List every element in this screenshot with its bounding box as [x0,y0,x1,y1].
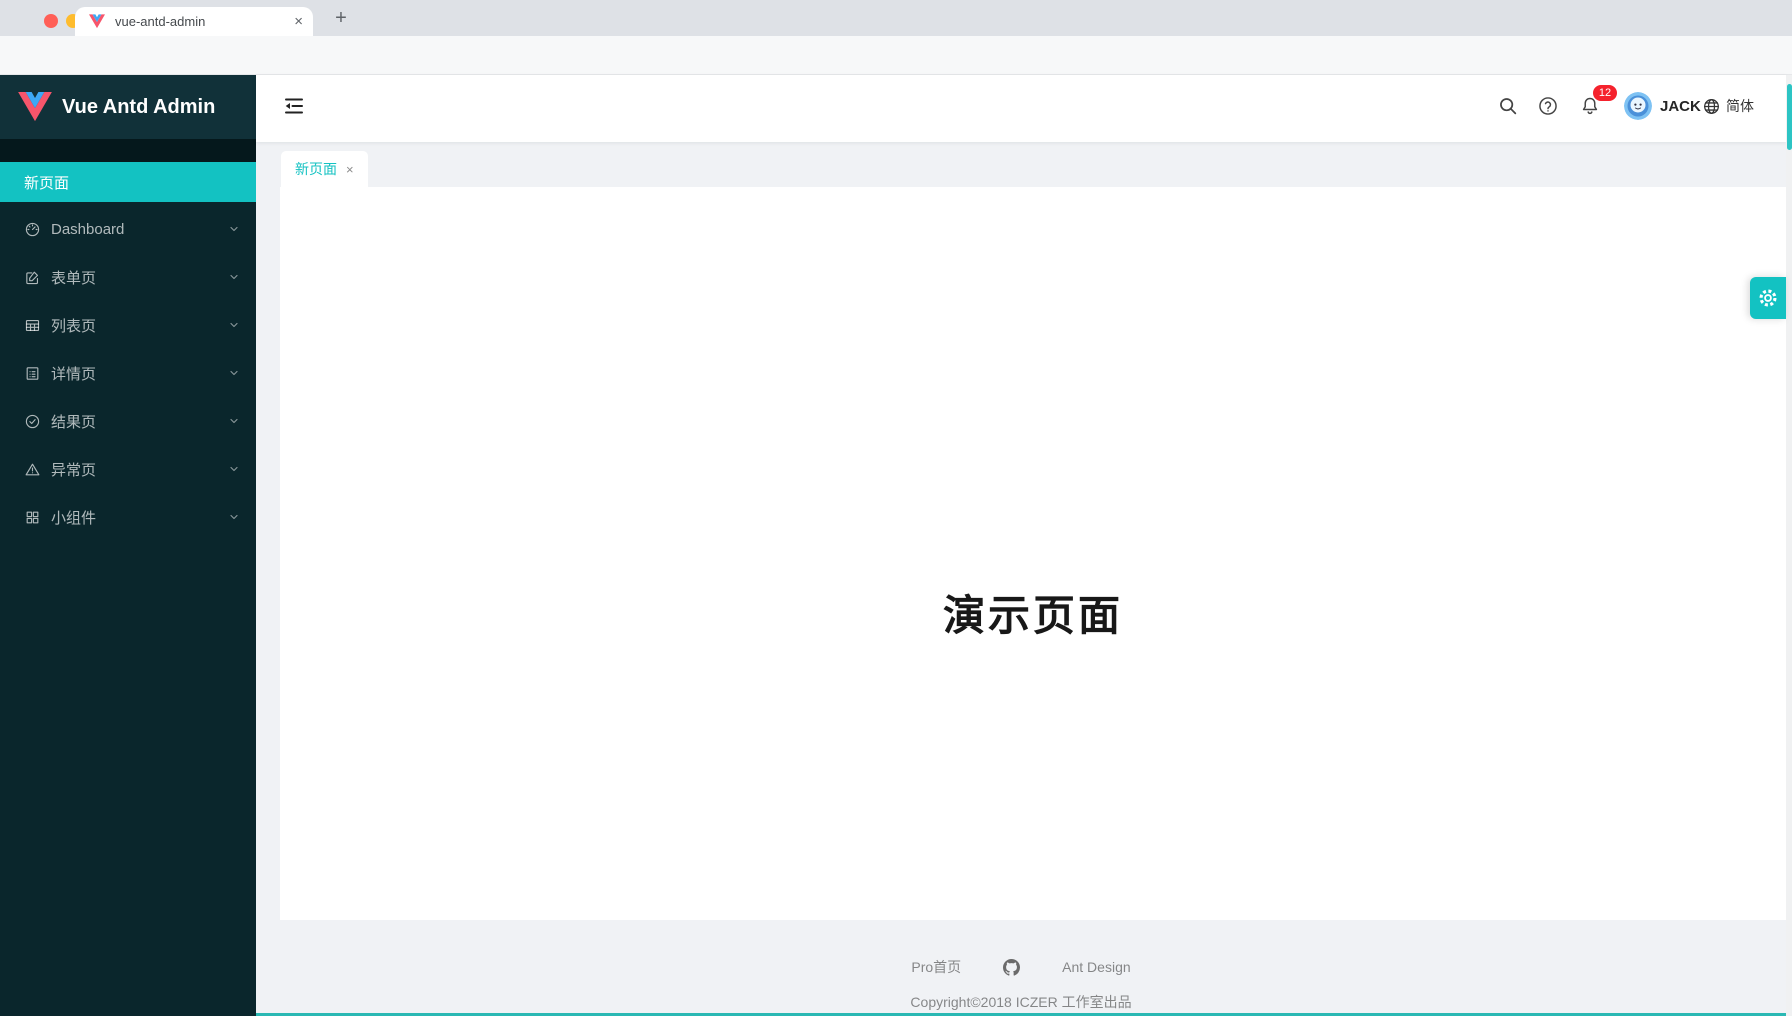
search-icon[interactable] [1497,95,1519,117]
browser-tabstrip: vue-antd-admin × + [0,0,1792,36]
app-title: Vue Antd Admin [62,96,215,119]
sidebar: Vue Antd Admin 新页面 Dashboard 表单页 [0,75,256,1016]
notification-badge[interactable]: 12 [1592,84,1618,102]
app-logo[interactable]: Vue Antd Admin [0,75,256,139]
new-tab-button[interactable]: + [328,5,354,31]
browser-tab-title: vue-antd-admin [115,14,294,29]
browser-tab[interactable]: vue-antd-admin × [75,7,313,36]
menu-fold-icon[interactable] [282,94,306,118]
gear-icon [1757,287,1779,309]
sidebar-item-new-page[interactable]: 新页面 [0,162,256,202]
page-tabbar: 新页面 × [256,142,1786,187]
user-name[interactable]: JACK [1660,98,1701,115]
footer-link-antd[interactable]: Ant Design [1062,959,1130,975]
scrollbar-track[interactable] [1786,75,1792,1016]
chevron-down-icon [228,319,240,331]
language-label: 简体 [1726,96,1754,116]
table-icon [24,317,41,334]
sidebar-item-widgets[interactable]: 小组件 [0,497,256,537]
github-icon[interactable] [1003,959,1020,976]
footer-copyright: Copyright©2018 ICZER 工作室出品 [256,992,1786,1012]
chevron-down-icon [228,367,240,379]
language-switcher[interactable]: 简体 [1702,96,1754,116]
chevron-down-icon [228,511,240,523]
warning-icon [24,461,41,478]
sidebar-item-detail[interactable]: 详情页 [0,353,256,393]
page-card: 演示页面 [280,187,1786,920]
sidebar-item-label: 新页面 [24,172,69,193]
chevron-down-icon [228,271,240,283]
sidebar-item-exception[interactable]: 异常页 [0,449,256,489]
tab-close-icon[interactable]: × [294,13,303,30]
page-title: 演示页面 [280,582,1786,643]
theme-settings-button[interactable] [1750,277,1786,319]
form-icon [24,269,41,286]
page-tab-active[interactable]: 新页面 × [281,151,368,187]
help-icon[interactable] [1537,95,1559,117]
footer-links: Pro首页 Ant Design [256,957,1786,977]
chevron-down-icon [228,463,240,475]
check-circle-icon [24,413,41,430]
vue-favicon [89,14,105,29]
footer-link-home[interactable]: Pro首页 [911,957,961,977]
dashboard-icon [24,221,41,238]
user-avatar[interactable] [1624,92,1652,120]
profile-icon [24,365,41,382]
browser-toolbar: localhost:8080/#/newPage [0,36,1792,75]
sidebar-item-dashboard[interactable]: Dashboard [0,209,256,249]
chevron-down-icon [228,223,240,235]
sidebar-item-form[interactable]: 表单页 [0,257,256,297]
sidebar-item-list[interactable]: 列表页 [0,305,256,345]
sidebar-divider [0,139,256,162]
close-window-button[interactable] [44,14,58,28]
scrollbar-thumb[interactable] [1787,84,1792,150]
page-tab-label: 新页面 [295,159,337,179]
globe-icon [1702,97,1721,116]
browser-window: vue-antd-admin × + localhost:8080/#/newP… [0,0,1792,1016]
sidebar-item-result[interactable]: 结果页 [0,401,256,441]
content-area: 演示页面 Pro首页 Ant Design Copyright©2018 ICZ… [256,187,1786,1016]
vue-logo-icon [18,92,52,122]
page-tab-close-icon[interactable]: × [346,162,354,177]
appstore-icon [24,509,41,526]
chevron-down-icon [228,415,240,427]
